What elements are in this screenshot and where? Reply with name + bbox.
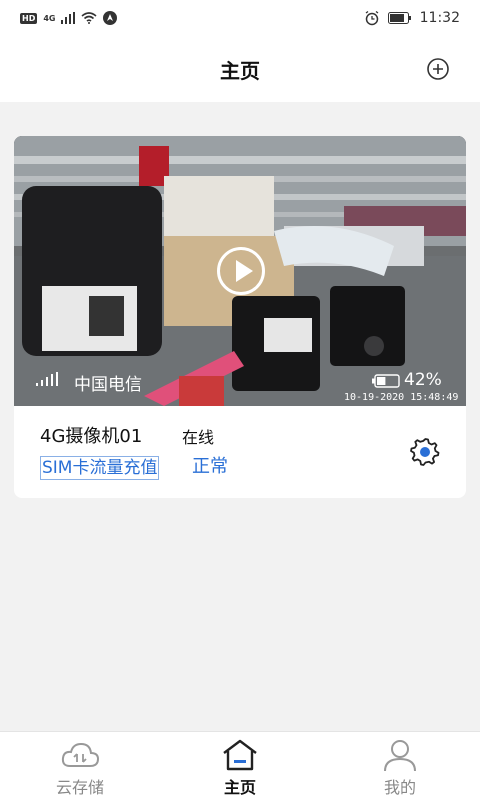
- sim-status: 正常: [192, 456, 228, 477]
- battery-percent: 42%: [404, 370, 442, 390]
- bottom-nav: 云存储 主页 我的: [0, 731, 480, 800]
- camera-card: 中国电信 42% 10-19-2020 15:48:49 4G摄像机01 在线 …: [14, 136, 466, 498]
- camera-preview[interactable]: 中国电信 42% 10-19-2020 15:48:49: [14, 136, 466, 406]
- add-device-button[interactable]: [426, 57, 450, 81]
- status-bar: HD 4G 11:32: [0, 0, 480, 36]
- wifi-icon: [81, 12, 98, 24]
- online-status: 在线: [182, 428, 215, 447]
- nav-item-mine[interactable]: 我的: [320, 732, 480, 800]
- play-button[interactable]: [217, 247, 265, 295]
- camera-battery-icon: [372, 374, 400, 388]
- battery-icon: [387, 12, 411, 24]
- status-right: 11:32: [364, 10, 460, 26]
- network-tag: 4G: [43, 13, 56, 23]
- nav-label-mine: 我的: [383, 778, 416, 797]
- hd-badge: HD: [20, 12, 38, 24]
- cloud-icon: [61, 742, 100, 767]
- cellular-signal-icon: [61, 12, 76, 24]
- signal-strength-icon: [36, 372, 58, 386]
- page-title: 主页: [220, 58, 260, 83]
- nav-label-home: 主页: [223, 778, 256, 797]
- person-icon: [384, 740, 416, 772]
- nav-item-cloud-storage[interactable]: 云存储: [0, 732, 160, 800]
- preview-overlay: 中国电信 42%: [14, 368, 466, 395]
- nav-label-cloud-storage: 云存储: [55, 778, 104, 797]
- carrier-label: 中国电信: [74, 375, 142, 395]
- app-header: 主页: [0, 36, 480, 102]
- status-left: HD 4G: [20, 11, 118, 25]
- home-icon: [223, 739, 257, 771]
- gear-icon[interactable]: [410, 437, 440, 467]
- nav-item-home[interactable]: 主页: [160, 732, 320, 800]
- play-icon: [236, 260, 253, 282]
- navigation-icon: [103, 11, 118, 25]
- video-timestamp: 10-19-2020 15:48:49: [344, 392, 459, 403]
- status-time: 11:32: [419, 10, 460, 26]
- camera-name: 4G摄像机01: [40, 426, 143, 447]
- alarm-clock-icon: [365, 10, 379, 26]
- sim-recharge-link[interactable]: SIM卡流量充值: [40, 456, 160, 480]
- camera-info: 4G摄像机01 在线 SIM卡流量充值 正常: [14, 406, 466, 498]
